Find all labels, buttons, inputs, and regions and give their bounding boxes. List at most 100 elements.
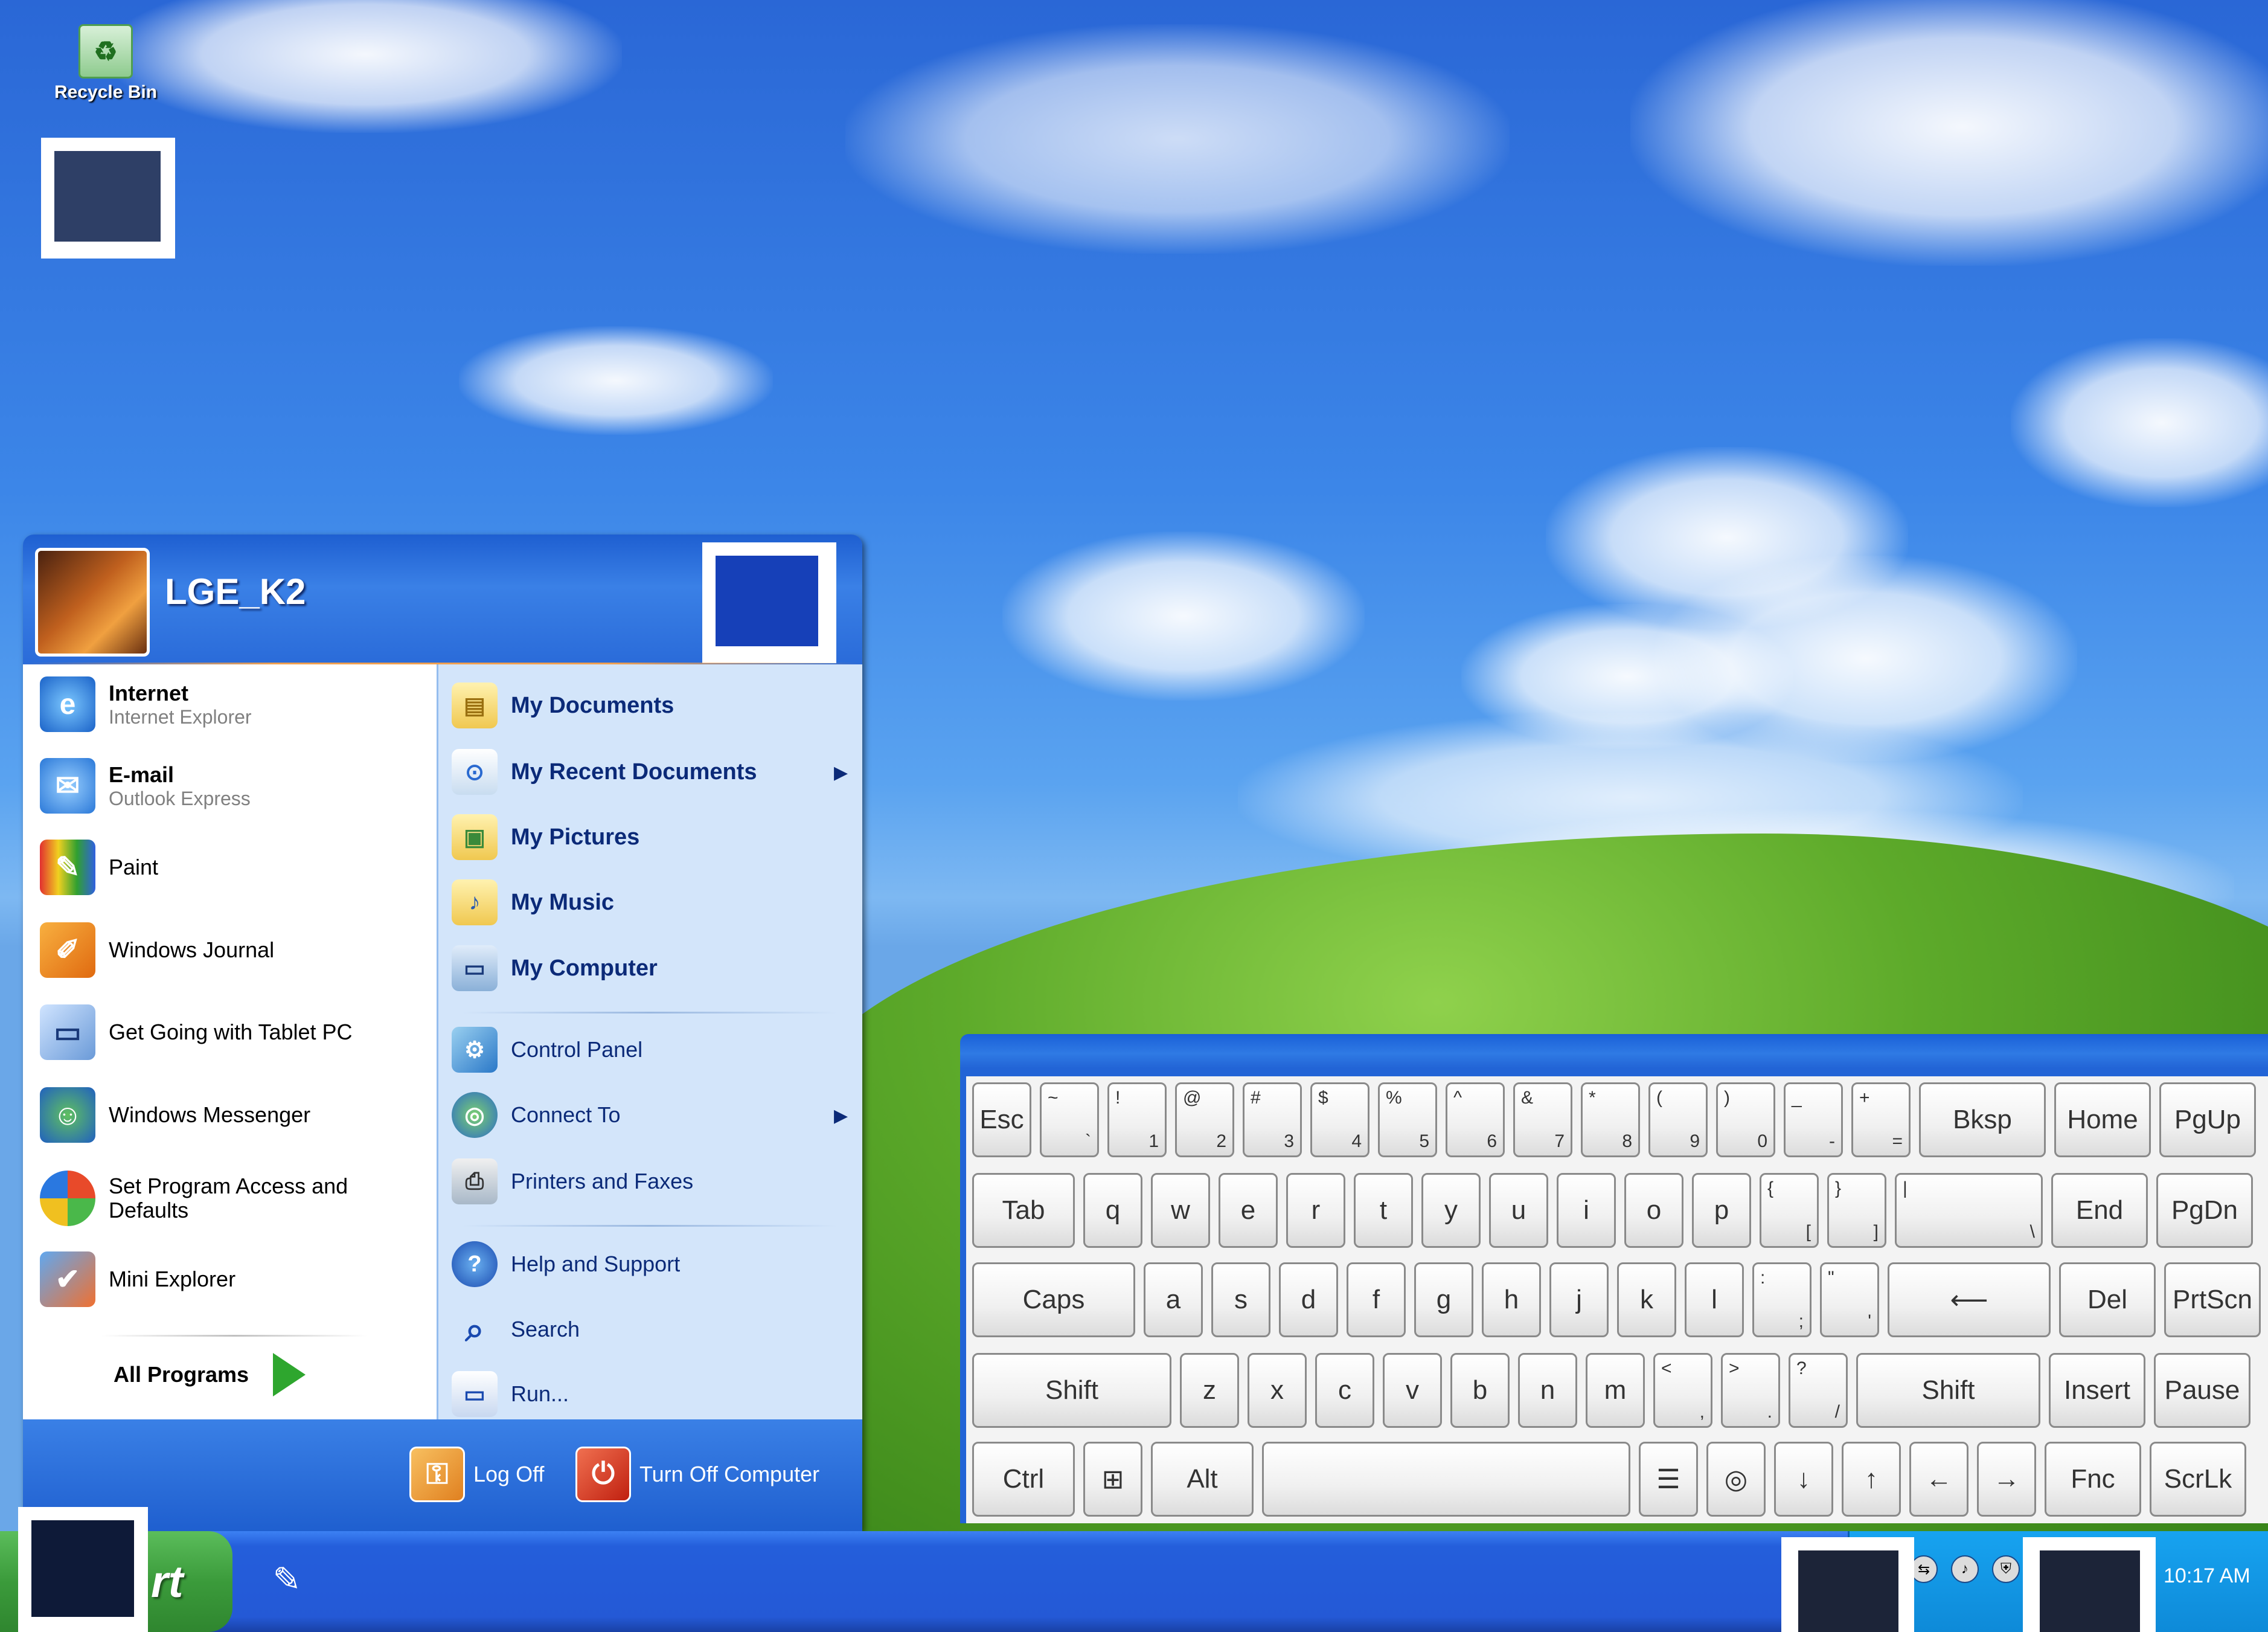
start-item-tablet-pc[interactable]: ▭ Get Going with Tablet PC bbox=[40, 1004, 353, 1060]
key-row5-4[interactable]: ☰ bbox=[1639, 1442, 1698, 1517]
key-row2-10[interactable]: p bbox=[1692, 1173, 1751, 1248]
security-icon[interactable]: ⛨ bbox=[1992, 1555, 2020, 1583]
key-row1-7[interactable]: ^ 6 bbox=[1446, 1082, 1505, 1157]
key-row1-0[interactable]: Esc bbox=[972, 1082, 1031, 1157]
clock[interactable]: 10:17 AM bbox=[2164, 1564, 2250, 1588]
key-row1-11[interactable]: ) 0 bbox=[1716, 1082, 1775, 1157]
key-row5-1[interactable]: ⊞ bbox=[1083, 1442, 1142, 1517]
key-row3-9[interactable]: l bbox=[1685, 1262, 1744, 1337]
start-item-my-recent-documents[interactable]: ⊙ My Recent Documents bbox=[452, 749, 757, 795]
start-item-run[interactable]: ▭ Run... bbox=[452, 1371, 569, 1417]
key-row1-15[interactable]: Home bbox=[2054, 1082, 2151, 1157]
start-item-windows-messenger[interactable]: ☺ Windows Messenger bbox=[40, 1087, 310, 1143]
log-off-button[interactable]: ⚿ Log Off bbox=[409, 1447, 544, 1502]
key-row4-6[interactable]: n bbox=[1518, 1353, 1577, 1428]
start-item-search[interactable]: ⌕ Search bbox=[452, 1306, 580, 1352]
key-row5-6[interactable]: ↓ bbox=[1774, 1442, 1833, 1517]
key-row5-3[interactable] bbox=[1262, 1442, 1630, 1517]
key-row4-2[interactable]: x bbox=[1248, 1353, 1307, 1428]
start-item-email[interactable]: ✉ E-mail Outlook Express bbox=[40, 758, 251, 814]
key-row2-6[interactable]: y bbox=[1421, 1173, 1481, 1248]
key-row4-9[interactable]: >. bbox=[1721, 1353, 1780, 1428]
key-row3-3[interactable]: d bbox=[1279, 1262, 1338, 1337]
key-row5-5[interactable]: ◎ bbox=[1706, 1442, 1766, 1517]
key-row1-5[interactable]: $4 bbox=[1310, 1082, 1369, 1157]
start-item-internet[interactable]: e Internet Internet Explorer bbox=[40, 676, 252, 732]
start-item-paint[interactable]: ✎ Paint bbox=[40, 840, 158, 895]
key-row3-10[interactable]: :; bbox=[1752, 1262, 1812, 1337]
start-item-printers-and-faxes[interactable]: ⎙ Printers and Faxes bbox=[452, 1158, 693, 1204]
key-row4-13[interactable]: Pause bbox=[2154, 1353, 2250, 1428]
key-row2-7[interactable]: u bbox=[1489, 1173, 1548, 1248]
key-row3-4[interactable]: f bbox=[1347, 1262, 1406, 1337]
volume-icon[interactable]: ♪ bbox=[1951, 1555, 1979, 1583]
key-row1-1[interactable]: ~ ` bbox=[1040, 1082, 1099, 1157]
key-row2-1[interactable]: q bbox=[1083, 1173, 1142, 1248]
key-row2-11[interactable]: {[ bbox=[1760, 1173, 1819, 1248]
key-row5-10[interactable]: Fnc bbox=[2045, 1442, 2141, 1517]
recycle-bin-shortcut[interactable]: ♻ Recycle Bin bbox=[33, 24, 178, 103]
key-row2-0[interactable]: Tab bbox=[972, 1173, 1075, 1248]
key-row4-10[interactable]: ? / bbox=[1789, 1353, 1848, 1428]
start-item-my-computer[interactable]: ▭ My Computer bbox=[452, 945, 658, 991]
key-row5-2[interactable]: Alt bbox=[1151, 1442, 1254, 1517]
key-row5-7[interactable]: ↑ bbox=[1842, 1442, 1901, 1517]
key-row4-0[interactable]: Shift bbox=[972, 1353, 1171, 1428]
key-row1-16[interactable]: PgUp bbox=[2159, 1082, 2256, 1157]
key-row5-9[interactable]: → bbox=[1977, 1442, 2036, 1517]
key-row2-2[interactable]: w bbox=[1151, 1173, 1210, 1248]
key-row2-15[interactable]: PgDn bbox=[2156, 1173, 2253, 1248]
key-row2-12[interactable]: }] bbox=[1827, 1173, 1886, 1248]
key-row4-3[interactable]: c bbox=[1315, 1353, 1374, 1428]
key-row1-14[interactable]: Bksp bbox=[1919, 1082, 2046, 1157]
key-row3-6[interactable]: h bbox=[1482, 1262, 1541, 1337]
key-row3-12[interactable]: ⟵ bbox=[1888, 1262, 2051, 1337]
key-row3-14[interactable]: PrtScn bbox=[2164, 1262, 2261, 1337]
key-row1-4[interactable]: #3 bbox=[1243, 1082, 1302, 1157]
key-row4-12[interactable]: Insert bbox=[2049, 1353, 2145, 1428]
key-row2-13[interactable]: | \ bbox=[1895, 1173, 2043, 1248]
start-item-my-pictures[interactable]: ▣ My Pictures bbox=[452, 814, 639, 860]
key-row1-6[interactable]: % 5 bbox=[1378, 1082, 1437, 1157]
key-row4-7[interactable]: m bbox=[1586, 1353, 1645, 1428]
start-item-connect-to[interactable]: ◎ Connect To bbox=[452, 1092, 620, 1138]
key-row1-12[interactable]: _ - bbox=[1784, 1082, 1843, 1157]
key-row3-2[interactable]: s bbox=[1211, 1262, 1270, 1337]
key-row2-9[interactable]: o bbox=[1624, 1173, 1683, 1248]
key-row5-8[interactable]: ← bbox=[1909, 1442, 1968, 1517]
all-programs-button[interactable]: All Programs bbox=[114, 1353, 306, 1396]
key-row3-0[interactable]: Caps bbox=[972, 1262, 1135, 1337]
start-item-control-panel[interactable]: ⚙ Control Panel bbox=[452, 1027, 642, 1073]
key-row1-13[interactable]: + = bbox=[1851, 1082, 1911, 1157]
key-row4-5[interactable]: b bbox=[1450, 1353, 1510, 1428]
start-item-my-documents[interactable]: ▤ My Documents bbox=[452, 683, 674, 728]
key-row2-8[interactable]: i bbox=[1557, 1173, 1616, 1248]
key-row4-11[interactable]: Shift bbox=[1856, 1353, 2040, 1428]
start-item-my-music[interactable]: ♪ My Music bbox=[452, 879, 614, 925]
key-row4-1[interactable]: z bbox=[1180, 1353, 1239, 1428]
key-row5-0[interactable]: Ctrl bbox=[972, 1442, 1075, 1517]
key-row3-1[interactable]: a bbox=[1144, 1262, 1203, 1337]
key-row1-2[interactable]: ! 1 bbox=[1107, 1082, 1167, 1157]
turn-off-computer-button[interactable]: ⏻ Turn Off Computer bbox=[575, 1447, 819, 1502]
show-desktop-icon[interactable]: ✎ bbox=[266, 1555, 308, 1604]
key-row2-5[interactable]: t bbox=[1354, 1173, 1413, 1248]
key-row2-4[interactable]: r bbox=[1286, 1173, 1345, 1248]
key-row2-14[interactable]: End bbox=[2051, 1173, 2148, 1248]
start-item-help-and-support[interactable]: ? Help and Support bbox=[452, 1241, 680, 1287]
key-row3-8[interactable]: k bbox=[1617, 1262, 1676, 1337]
key-row3-11[interactable]: " ' bbox=[1820, 1262, 1879, 1337]
key-row4-8[interactable]: <, bbox=[1653, 1353, 1712, 1428]
start-item-program-access[interactable]: Set Program Access and Defaults bbox=[40, 1171, 386, 1226]
key-row2-3[interactable]: e bbox=[1219, 1173, 1278, 1248]
key-row5-11[interactable]: ScrLk bbox=[2150, 1442, 2246, 1517]
key-row3-7[interactable]: j bbox=[1549, 1262, 1609, 1337]
key-row1-9[interactable]: * 8 bbox=[1581, 1082, 1640, 1157]
key-row1-3[interactable]: @2 bbox=[1175, 1082, 1234, 1157]
start-item-windows-journal[interactable]: ✐ Windows Journal bbox=[40, 922, 274, 978]
key-row4-4[interactable]: v bbox=[1383, 1353, 1442, 1428]
key-row1-8[interactable]: & 7 bbox=[1513, 1082, 1572, 1157]
key-row3-5[interactable]: g bbox=[1414, 1262, 1473, 1337]
key-row1-10[interactable]: (9 bbox=[1648, 1082, 1708, 1157]
user-avatar[interactable] bbox=[35, 548, 150, 657]
